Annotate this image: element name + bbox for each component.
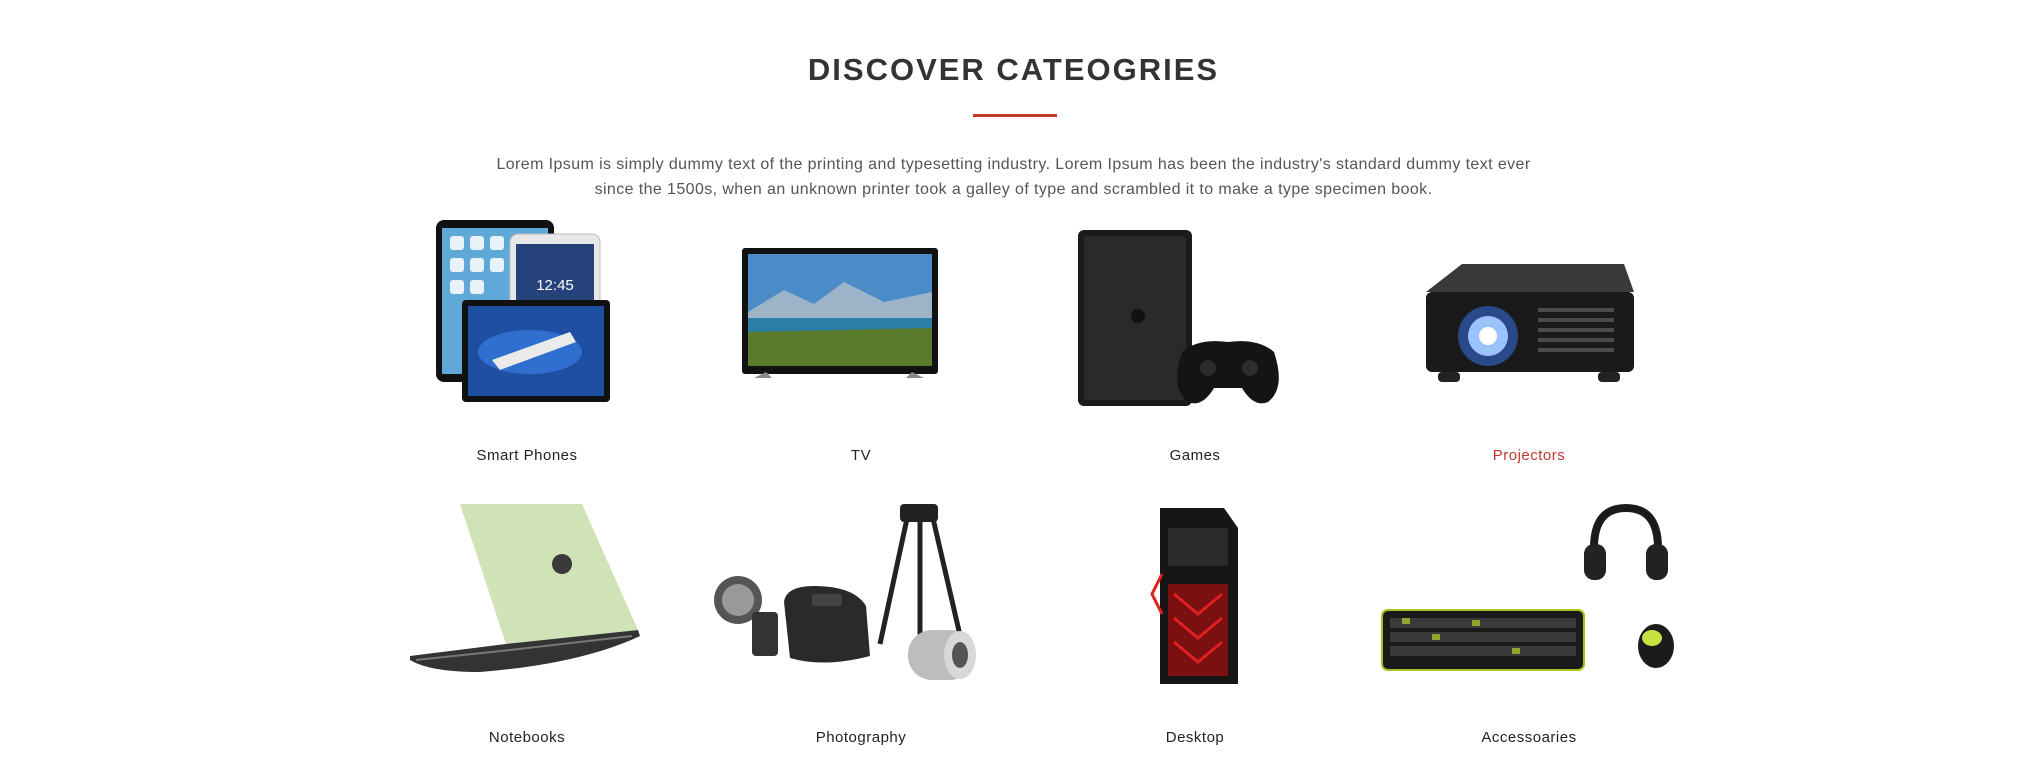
title-underline: [973, 114, 1057, 117]
category-label[interactable]: TV: [694, 447, 1028, 464]
laptop-image: [410, 504, 640, 672]
category-card-tv[interactable]: TV: [694, 212, 1028, 482]
section-title: DISCOVER CATEOGRIES: [807, 52, 1220, 87]
category-card-games[interactable]: Games: [1028, 212, 1362, 482]
category-card-notebooks[interactable]: Notebooks: [360, 494, 694, 764]
keyboard-headphones-image: [1381, 503, 1674, 671]
category-label[interactable]: Smart Phones: [360, 447, 694, 464]
category-label[interactable]: Accessoaries: [1362, 729, 1696, 746]
category-card-smart-phones[interactable]: 12:45 Smart Phones: [360, 212, 694, 482]
svg-text:12:45: 12:45: [536, 277, 574, 294]
section-description: Lorem Ipsum is simply dummy text of the …: [496, 156, 1531, 198]
category-card-projectors[interactable]: Projectors: [1362, 212, 1696, 482]
desktop-tower-image: [1150, 508, 1238, 684]
category-label[interactable]: Desktop: [1028, 729, 1362, 746]
category-label[interactable]: Games: [1028, 447, 1362, 464]
tablets-image: 12:45: [436, 220, 610, 402]
category-card-desktop[interactable]: Desktop: [1028, 494, 1362, 764]
category-label[interactable]: Photography: [694, 729, 1028, 746]
category-card-photography[interactable]: Photography: [694, 494, 1028, 764]
categories-section: DISCOVER CATEOGRIES Lorem Ipsum is simpl…: [0, 0, 2027, 772]
game-console-image: [1078, 230, 1279, 406]
camera-gear-image: [714, 504, 976, 680]
tv-image: [742, 248, 938, 378]
category-grid: 12:45 Smart Phones TV Games Projectors N…: [360, 212, 1695, 752]
category-label[interactable]: Projectors: [1362, 447, 1696, 464]
category-label[interactable]: Notebooks: [360, 729, 694, 746]
projector-image: [1426, 264, 1634, 382]
category-card-accessoaries[interactable]: Accessoaries: [1362, 494, 1696, 764]
